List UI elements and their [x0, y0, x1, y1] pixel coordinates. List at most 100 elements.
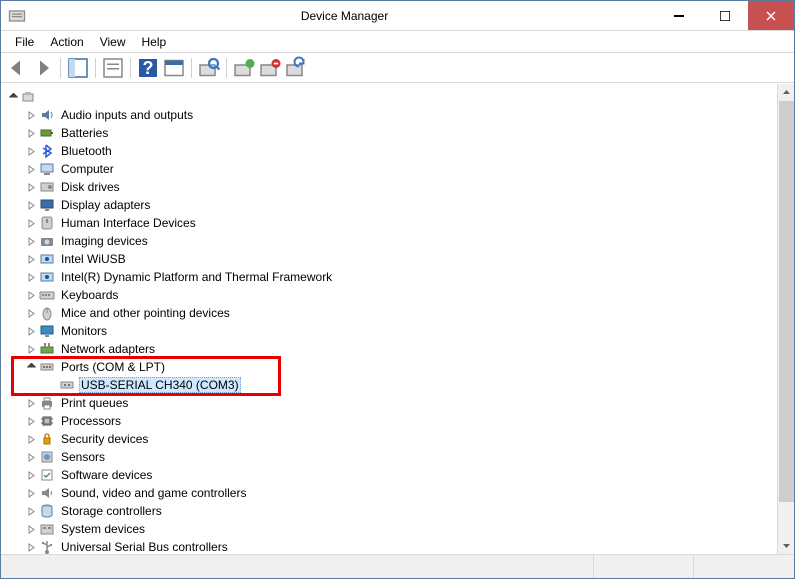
display-icon — [39, 197, 55, 213]
toolbar-separator — [95, 58, 96, 78]
menu-help[interactable]: Help — [134, 33, 175, 51]
usb-icon — [39, 539, 55, 554]
sound-icon — [39, 485, 55, 501]
expand-icon[interactable] — [23, 485, 39, 501]
help-button[interactable]: ? — [136, 56, 160, 80]
tree-device[interactable]: USB-SERIAL CH340 (COM3) — [3, 376, 777, 394]
category-label: Intel(R) Dynamic Platform and Thermal Fr… — [59, 270, 334, 284]
enable-device-button[interactable] — [232, 56, 256, 80]
status-pane — [1, 555, 594, 578]
tree-category[interactable]: Processors — [3, 412, 777, 430]
menubar: File Action View Help — [1, 31, 794, 53]
tree-category[interactable]: Bluetooth — [3, 142, 777, 160]
tree-category[interactable]: Human Interface Devices — [3, 214, 777, 232]
update-driver-button[interactable] — [284, 56, 308, 80]
expand-icon[interactable] — [23, 251, 39, 267]
tree-category[interactable]: Storage controllers — [3, 502, 777, 520]
toolbar-separator — [226, 58, 227, 78]
collapse-icon[interactable] — [23, 359, 39, 375]
tree-category[interactable]: Display adapters — [3, 196, 777, 214]
category-label: Bluetooth — [59, 144, 114, 158]
scan-hardware-button[interactable] — [197, 56, 221, 80]
tree-category[interactable]: Imaging devices — [3, 232, 777, 250]
tree-category[interactable]: System devices — [3, 520, 777, 538]
tree-category[interactable]: Intel WiUSB — [3, 250, 777, 268]
tree-category[interactable]: Security devices — [3, 430, 777, 448]
category-label: Intel WiUSB — [59, 252, 128, 266]
expand-icon[interactable] — [23, 233, 39, 249]
expand-icon[interactable] — [23, 215, 39, 231]
computer-root-icon — [21, 89, 37, 105]
svg-text:?: ? — [143, 58, 154, 78]
tree-category[interactable]: Universal Serial Bus controllers — [3, 538, 777, 554]
expand-icon[interactable] — [23, 341, 39, 357]
tree-category[interactable]: Batteries — [3, 124, 777, 142]
expand-icon[interactable] — [23, 539, 39, 554]
back-button[interactable] — [5, 56, 29, 80]
scroll-thumb[interactable] — [779, 101, 794, 502]
tree-category[interactable]: Mice and other pointing devices — [3, 304, 777, 322]
properties-button[interactable] — [101, 56, 125, 80]
tree-category[interactable]: Ports (COM & LPT) — [3, 358, 777, 376]
minimize-button[interactable] — [656, 1, 702, 30]
expand-icon[interactable] — [23, 197, 39, 213]
show-hide-tree-button[interactable] — [66, 56, 90, 80]
expand-icon[interactable] — [23, 521, 39, 537]
scroll-down-button[interactable] — [778, 537, 794, 554]
expand-icon[interactable] — [23, 413, 39, 429]
tree-category[interactable]: Disk drives — [3, 178, 777, 196]
expand-icon[interactable] — [23, 287, 39, 303]
expand-icon[interactable] — [23, 431, 39, 447]
expand-icon[interactable] — [23, 323, 39, 339]
category-label: Sensors — [59, 450, 107, 464]
device-tree[interactable]: Audio inputs and outputs Batteries Bluet… — [1, 84, 777, 554]
category-label: Audio inputs and outputs — [59, 108, 195, 122]
tree-category[interactable]: Keyboards — [3, 286, 777, 304]
tree-category[interactable]: Software devices — [3, 466, 777, 484]
tree-category[interactable]: Sound, video and game controllers — [3, 484, 777, 502]
category-label: Keyboards — [59, 288, 120, 302]
expand-icon[interactable] — [23, 161, 39, 177]
expand-icon[interactable] — [23, 395, 39, 411]
category-label: Imaging devices — [59, 234, 150, 248]
close-button[interactable] — [748, 1, 794, 30]
battery-icon — [39, 125, 55, 141]
audio-icon — [39, 107, 55, 123]
menu-file[interactable]: File — [7, 33, 42, 51]
expand-icon[interactable] — [23, 269, 39, 285]
expand-icon[interactable] — [23, 503, 39, 519]
scroll-track[interactable] — [778, 101, 794, 537]
category-label: Universal Serial Bus controllers — [59, 540, 230, 554]
menu-action[interactable]: Action — [42, 33, 91, 51]
expand-icon[interactable] — [23, 305, 39, 321]
tree-category[interactable]: Network adapters — [3, 340, 777, 358]
content-area: Audio inputs and outputs Batteries Bluet… — [1, 83, 794, 554]
maximize-button[interactable] — [702, 1, 748, 30]
category-label: Network adapters — [59, 342, 157, 356]
uninstall-device-button[interactable] — [258, 56, 282, 80]
hid-icon — [39, 215, 55, 231]
vertical-scrollbar[interactable] — [777, 84, 794, 554]
expand-icon[interactable] — [23, 143, 39, 159]
collapse-icon[interactable] — [5, 89, 21, 105]
menu-view[interactable]: View — [92, 33, 134, 51]
expand-icon[interactable] — [23, 467, 39, 483]
tree-root[interactable] — [3, 88, 777, 106]
forward-button[interactable] — [31, 56, 55, 80]
scroll-up-button[interactable] — [778, 84, 794, 101]
category-label: Ports (COM & LPT) — [59, 360, 167, 374]
action-button[interactable] — [162, 56, 186, 80]
expand-icon[interactable] — [23, 107, 39, 123]
tree-category[interactable]: Print queues — [3, 394, 777, 412]
expand-icon[interactable] — [23, 449, 39, 465]
tree-category[interactable]: Intel(R) Dynamic Platform and Thermal Fr… — [3, 268, 777, 286]
category-label: Computer — [59, 162, 116, 176]
tree-category[interactable]: Sensors — [3, 448, 777, 466]
tree-category[interactable]: Monitors — [3, 322, 777, 340]
category-label: Disk drives — [59, 180, 122, 194]
tree-category[interactable]: Audio inputs and outputs — [3, 106, 777, 124]
expand-icon[interactable] — [23, 179, 39, 195]
tree-category[interactable]: Computer — [3, 160, 777, 178]
status-pane — [594, 555, 694, 578]
expand-icon[interactable] — [23, 125, 39, 141]
